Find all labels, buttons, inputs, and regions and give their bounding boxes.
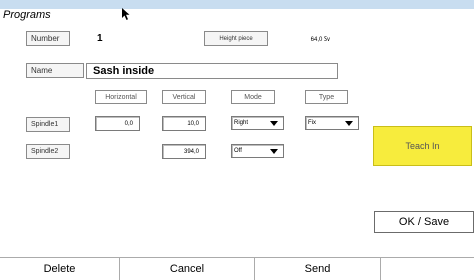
chevron-down-icon — [345, 121, 353, 126]
cancel-button[interactable]: Cancel — [120, 257, 255, 280]
chevron-down-icon — [270, 149, 278, 154]
delete-button[interactable]: Delete — [0, 257, 120, 280]
spindle2-mode-select[interactable]: Off — [231, 144, 284, 158]
send-button[interactable]: Send — [255, 257, 381, 280]
height-piece-label: Height piece — [204, 31, 268, 46]
mouse-pointer-icon — [122, 8, 130, 20]
column-type: Type — [305, 90, 348, 104]
spindle1-label: Spindle1 — [26, 117, 70, 132]
spindle1-type-select[interactable]: Fix — [305, 116, 359, 130]
ok-save-button[interactable]: OK / Save — [374, 211, 474, 233]
program-number: 1 — [97, 33, 103, 44]
spindle1-mode-select[interactable]: Right — [231, 116, 284, 130]
chevron-down-icon — [270, 121, 278, 126]
spindle2-vertical-field[interactable]: 394,0 — [162, 144, 206, 159]
spindle1-type-value: Fix — [308, 120, 316, 126]
column-vertical: Vertical — [162, 90, 206, 104]
name-label: Name — [26, 63, 84, 78]
column-mode: Mode — [231, 90, 275, 104]
column-horizontal: Horizontal — [95, 90, 147, 104]
teach-in-button[interactable]: Teach In — [373, 126, 472, 166]
height-piece-value: 64,0 ㏜ — [310, 37, 330, 43]
spindle2-mode-value: Off — [234, 148, 242, 154]
top-bar — [0, 0, 474, 9]
spindle2-label: Spindle2 — [26, 144, 70, 159]
spindle1-horizontal-field[interactable]: 0,0 — [95, 116, 140, 131]
spindle1-vertical-field[interactable]: 10,0 — [162, 116, 206, 131]
number-label: Number — [26, 31, 70, 46]
page-title: Programs — [3, 9, 51, 21]
name-field[interactable]: Sash inside — [86, 63, 338, 79]
spindle1-mode-value: Right — [234, 120, 249, 126]
